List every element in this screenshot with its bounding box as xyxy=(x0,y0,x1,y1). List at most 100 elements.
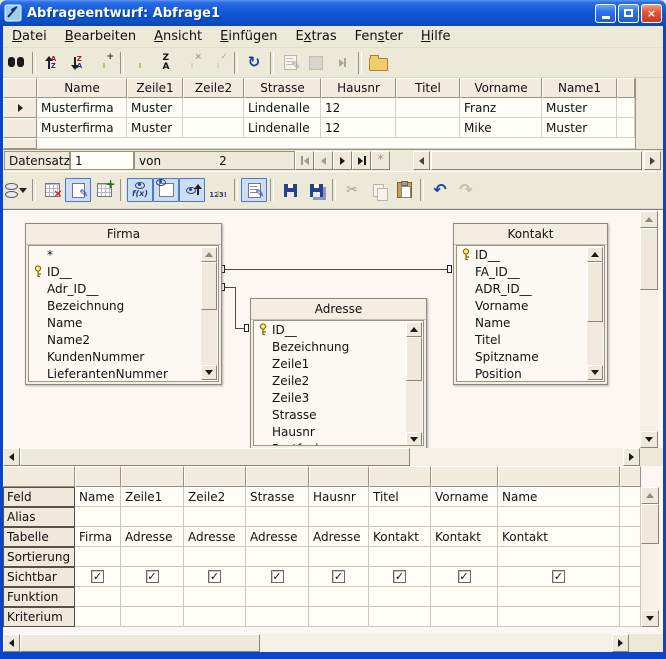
grid-cell[interactable] xyxy=(309,507,369,527)
grid-hscrollbar[interactable] xyxy=(3,634,663,652)
cell[interactable]: Muster xyxy=(542,98,617,118)
grid-cell[interactable]: Adresse xyxy=(121,527,184,547)
filter-values-button[interactable]: 123! xyxy=(205,178,231,202)
grid-cell[interactable] xyxy=(121,547,184,567)
scroll-left-button[interactable] xyxy=(413,151,430,170)
grid-cell[interactable]: Zeile1 xyxy=(121,487,184,507)
menu-datei[interactable]: Datei xyxy=(3,27,56,46)
grid-cell[interactable] xyxy=(431,607,498,627)
sort-za-button[interactable]: ZA xyxy=(153,51,179,75)
scroll-right-button[interactable] xyxy=(644,151,661,170)
design-view-button[interactable]: ✎ xyxy=(65,178,91,202)
cell[interactable]: Lindenalle xyxy=(244,98,321,118)
grid-cell[interactable] xyxy=(431,507,498,527)
refresh-data-button[interactable]: ↻ xyxy=(241,51,267,75)
titlebar[interactable]: Abfrageentwurf: Abfrage1 × xyxy=(0,0,666,26)
grid-cell[interactable]: Vorname xyxy=(431,487,498,507)
filter-button[interactable] xyxy=(127,51,153,75)
grid-cell[interactable]: Kontakt xyxy=(498,527,620,547)
filter-remove-button[interactable]: × xyxy=(179,51,205,75)
field-item[interactable]: Zeile3 xyxy=(254,389,423,406)
grid-column-header[interactable] xyxy=(184,466,246,487)
scroll-right-button[interactable] xyxy=(612,634,629,652)
grid-cell[interactable]: Adresse xyxy=(184,527,246,547)
row-selector-current[interactable] xyxy=(3,98,37,118)
delete-table-button[interactable]: × xyxy=(39,178,65,202)
field-item[interactable]: Bezeichnung xyxy=(254,338,423,355)
field-item[interactable]: Adr_ID__ xyxy=(29,280,218,297)
scroll-down-button[interactable] xyxy=(587,365,603,380)
field-item[interactable]: ID__ xyxy=(457,246,604,263)
grid-cell[interactable] xyxy=(75,507,121,527)
grid-cell[interactable] xyxy=(431,587,498,607)
grid-column-header[interactable] xyxy=(75,466,121,487)
grid-cell[interactable] xyxy=(246,607,309,627)
datasheet-vscrollbar-strip[interactable] xyxy=(635,78,663,149)
cell[interactable]: Musterfirma xyxy=(37,98,127,118)
record-number-input[interactable]: 1 xyxy=(70,151,134,170)
scroll-thumb[interactable] xyxy=(431,151,642,170)
cell[interactable]: Muster xyxy=(127,98,183,118)
datasheet-sort-button[interactable] xyxy=(3,178,29,202)
field-list-scrollbar[interactable] xyxy=(587,247,603,380)
field-item[interactable]: Titel xyxy=(457,331,604,348)
table-box-firma[interactable]: Firma * ID__ Adr_ID__ Bezeichnung Name N… xyxy=(25,223,222,385)
open-button[interactable] xyxy=(365,51,391,75)
scroll-thumb[interactable] xyxy=(20,448,410,466)
column-header-zeile2[interactable]: Zeile2 xyxy=(183,78,244,98)
redo-button[interactable]: ↷ xyxy=(453,178,479,202)
grid-cell[interactable] xyxy=(498,587,620,607)
grid-column-header[interactable] xyxy=(309,466,369,487)
grid-cell[interactable] xyxy=(184,587,246,607)
next-record-button[interactable] xyxy=(333,151,352,170)
grid-cell[interactable] xyxy=(184,607,246,627)
last-record-button[interactable] xyxy=(352,151,371,170)
properties-button[interactable]: ✎ xyxy=(241,178,267,202)
close-button[interactable]: × xyxy=(641,4,662,23)
cell[interactable]: Franz xyxy=(460,98,542,118)
scroll-thumb[interactable] xyxy=(406,337,422,381)
field-item[interactable]: Name xyxy=(457,314,604,331)
sichtbar-checkbox[interactable] xyxy=(208,570,221,583)
grid-cell[interactable]: Adresse xyxy=(309,527,369,547)
table-box-adresse[interactable]: Adresse ID__ Bezeichnung Zeile1 Zeile2 Z… xyxy=(250,298,427,448)
grid-cell[interactable] xyxy=(184,547,246,567)
filter-apply-button[interactable]: ✓ xyxy=(205,51,231,75)
grid-cell[interactable] xyxy=(498,547,620,567)
cell[interactable]: 12 xyxy=(321,98,396,118)
goto-record-button[interactable] xyxy=(329,51,355,75)
cell[interactable]: Lindenalle xyxy=(244,118,321,138)
find-button[interactable] xyxy=(3,51,29,75)
grid-cell[interactable]: Zeile2 xyxy=(184,487,246,507)
grid-cell[interactable] xyxy=(369,587,431,607)
menu-ansicht[interactable]: Ansicht xyxy=(145,27,211,46)
sichtbar-checkbox[interactable] xyxy=(332,570,345,583)
field-item[interactable]: ID__ xyxy=(254,321,423,338)
grid-cell[interactable] xyxy=(121,507,184,527)
field-item[interactable]: Strasse xyxy=(254,406,423,423)
cell[interactable]: 12 xyxy=(321,118,396,138)
show-sort-row-button[interactable] xyxy=(179,178,205,202)
scroll-down-button[interactable] xyxy=(406,432,422,446)
grid-column-header[interactable] xyxy=(121,466,184,487)
sort-descending-button[interactable]: ZA xyxy=(65,51,91,75)
cell[interactable] xyxy=(183,118,244,138)
sichtbar-checkbox[interactable] xyxy=(458,570,471,583)
table-title[interactable]: Firma xyxy=(26,224,221,245)
maximize-button[interactable] xyxy=(618,4,639,23)
undo-button[interactable]: ↶ xyxy=(427,178,453,202)
show-functions-button[interactable]: f(x) xyxy=(127,178,153,202)
field-item[interactable]: FA_ID__ xyxy=(457,263,604,280)
field-item[interactable]: Zeile1 xyxy=(254,355,423,372)
field-item[interactable]: LieferantenNummer xyxy=(29,365,218,382)
query-diagram-pane[interactable]: Firma * ID__ Adr_ID__ Bezeichnung Name N… xyxy=(3,209,663,448)
grid-cell[interactable] xyxy=(75,547,121,567)
grid-cell[interactable] xyxy=(246,587,309,607)
save-button[interactable] xyxy=(277,178,303,202)
diagram-hscrollbar[interactable] xyxy=(3,448,663,466)
relation-line-firma-kontakt[interactable] xyxy=(222,269,450,270)
scroll-down-button[interactable] xyxy=(640,431,658,448)
save-all-button[interactable] xyxy=(303,178,329,202)
menu-extras[interactable]: Extras xyxy=(287,27,346,46)
grid-cell[interactable] xyxy=(121,587,184,607)
